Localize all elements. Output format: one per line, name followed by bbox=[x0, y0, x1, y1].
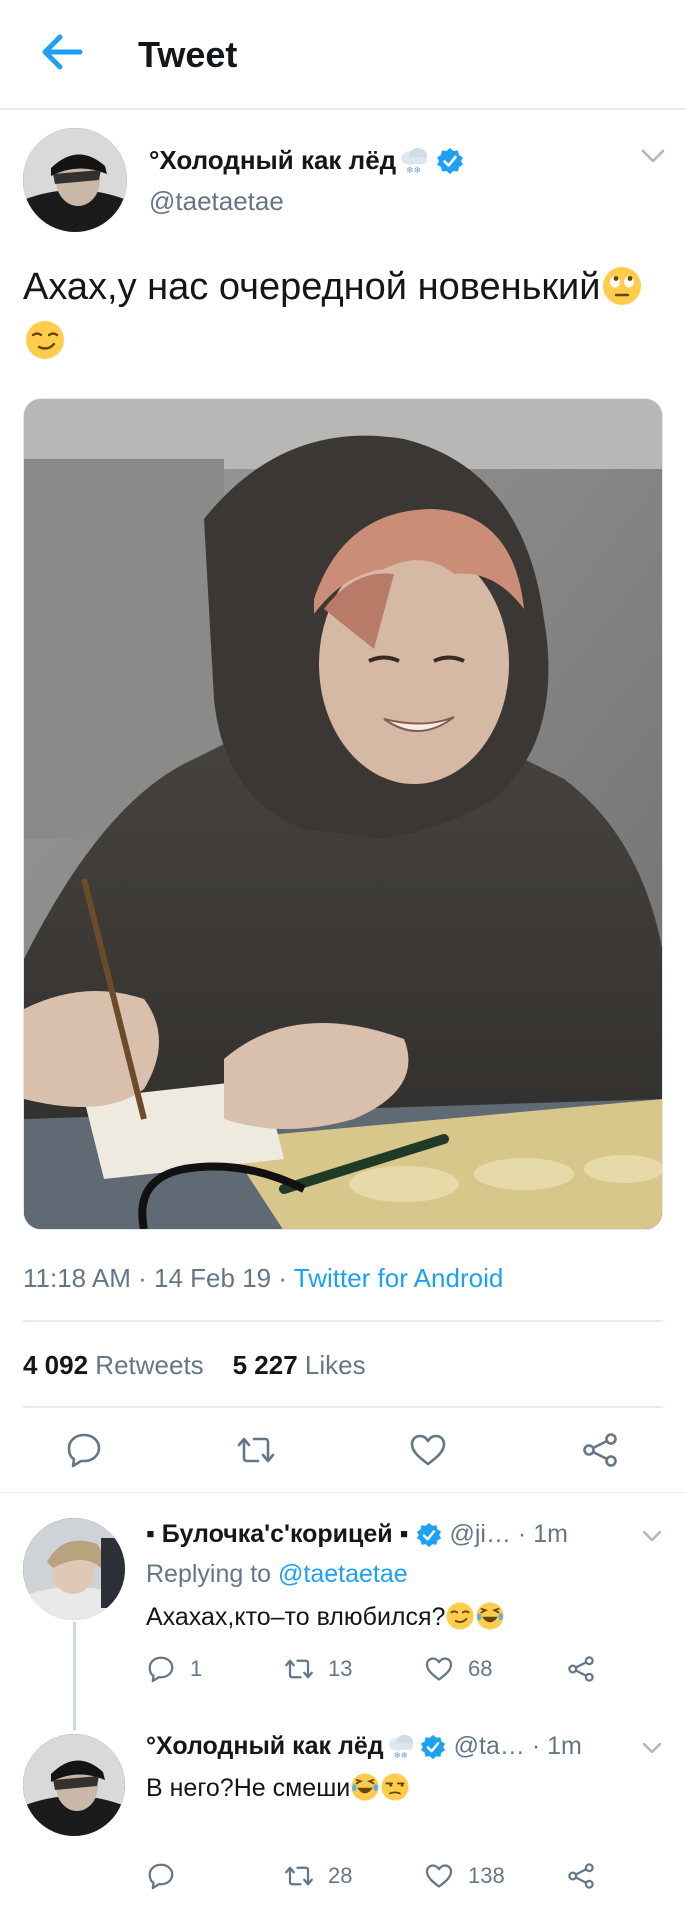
like-button[interactable]: 68 bbox=[424, 1654, 492, 1684]
tweet-photo[interactable] bbox=[23, 398, 663, 1230]
heart-icon bbox=[425, 1864, 453, 1888]
share-icon bbox=[568, 1863, 594, 1889]
heart-icon[interactable] bbox=[408, 1430, 448, 1470]
retweets-label[interactable]: Retweets bbox=[88, 1350, 203, 1380]
verified-badge-icon bbox=[420, 1734, 445, 1759]
reply-text: В него?Не смеши bbox=[146, 1772, 410, 1803]
retweet-button[interactable]: 28 bbox=[284, 1861, 352, 1891]
page-title: Tweet bbox=[138, 34, 238, 75]
reply-icon bbox=[148, 1656, 174, 1683]
reply-avatar[interactable] bbox=[23, 1518, 125, 1620]
thread-connector bbox=[73, 1622, 76, 1730]
retweet-button[interactable]: 13 bbox=[284, 1654, 352, 1684]
tweet-timestamp: 11:18 AM · 14 Feb 19 · Twitter for Andro… bbox=[23, 1263, 503, 1294]
tweet-stats: 4 092 Retweets 5 227 Likes bbox=[23, 1350, 366, 1381]
likes-label[interactable]: Likes bbox=[298, 1350, 366, 1380]
eye-roll-emoji-icon bbox=[603, 267, 642, 305]
tweet-text-content: Ахах,у нас очередной новенький bbox=[23, 266, 601, 308]
reply-author-handle: @ji… · 1m bbox=[449, 1520, 568, 1548]
like-count: 68 bbox=[468, 1656, 493, 1681]
top-bar: Tweet bbox=[0, 0, 686, 110]
reply-icon bbox=[148, 1863, 174, 1890]
chevron-down-icon[interactable] bbox=[640, 146, 666, 166]
author-handle[interactable]: @taetaetae bbox=[149, 186, 284, 217]
svg-text:❄❄: ❄❄ bbox=[393, 1750, 407, 1760]
reply-icon[interactable] bbox=[64, 1430, 104, 1470]
tweet-text: Ахах,у нас очередной новенький bbox=[23, 260, 663, 368]
reply-header[interactable]: ▪ Булочка'с'корицей ▪ @ji… · 1m bbox=[146, 1520, 568, 1549]
verified-badge-icon bbox=[437, 147, 464, 174]
share-button[interactable] bbox=[566, 1861, 610, 1891]
share-icon[interactable] bbox=[580, 1430, 620, 1470]
retweet-icon[interactable] bbox=[236, 1430, 276, 1470]
chevron-down-icon[interactable] bbox=[641, 1740, 663, 1756]
snow-cloud-icon: ❄❄ bbox=[401, 147, 428, 176]
chevron-down-icon[interactable] bbox=[641, 1528, 663, 1544]
retweet-icon bbox=[285, 1659, 313, 1679]
like-button[interactable]: 138 bbox=[424, 1861, 505, 1891]
like-count: 138 bbox=[468, 1863, 505, 1888]
reply-author-handle: @ta… · 1m bbox=[453, 1732, 582, 1760]
reply-author-name: ▪ Булочка'с'корицей ▪ bbox=[146, 1520, 409, 1548]
laughing-emoji-icon bbox=[476, 1602, 505, 1630]
reply-button[interactable]: 1 bbox=[146, 1654, 202, 1684]
reply-count: 1 bbox=[190, 1656, 203, 1681]
retweet-count[interactable]: 4 092 bbox=[23, 1350, 88, 1380]
reply-author-name: °Холодный как лёд bbox=[146, 1732, 384, 1760]
replying-to: Replying to @taetaetae bbox=[146, 1560, 408, 1589]
replying-to-handle[interactable]: @taetaetae bbox=[278, 1560, 408, 1588]
reply-button[interactable] bbox=[146, 1861, 190, 1891]
arrow-left-icon[interactable] bbox=[38, 28, 86, 76]
unamused-emoji-icon bbox=[381, 1773, 409, 1801]
svg-text:❄❄: ❄❄ bbox=[406, 166, 421, 176]
reply-avatar[interactable] bbox=[23, 1734, 125, 1836]
smirk-emoji-icon bbox=[446, 1602, 475, 1630]
like-count[interactable]: 5 227 bbox=[233, 1350, 298, 1380]
retweet-count: 28 bbox=[328, 1863, 353, 1888]
tweet-time: 11:18 AM · 14 Feb 19 · bbox=[23, 1263, 294, 1293]
divider bbox=[23, 1406, 663, 1408]
avatar[interactable] bbox=[23, 128, 127, 232]
replying-to-prefix: Replying to bbox=[146, 1560, 279, 1588]
reply-text-content: В него?Не смеши bbox=[146, 1774, 351, 1802]
author-name: °Холодный как лёд bbox=[149, 145, 397, 175]
divider bbox=[23, 1320, 663, 1322]
verified-badge-icon bbox=[416, 1522, 441, 1547]
smirk-emoji-icon bbox=[26, 321, 64, 359]
reply-text: Ахахах,кто–то влюбился? bbox=[146, 1601, 505, 1632]
reply-text-content: Ахахах,кто–то влюбился? bbox=[146, 1603, 446, 1631]
tweet-action-bar bbox=[0, 1430, 686, 1480]
share-button[interactable] bbox=[566, 1654, 610, 1684]
share-icon bbox=[568, 1656, 594, 1682]
retweet-count: 13 bbox=[328, 1656, 353, 1681]
reply-header[interactable]: °Холодный как лёд ❄❄ @ta… · 1m bbox=[146, 1732, 582, 1761]
author-name-row[interactable]: °Холодный как лёд ❄❄ bbox=[149, 145, 464, 176]
divider bbox=[0, 1492, 686, 1493]
snow-cloud-icon: ❄❄ bbox=[388, 1734, 413, 1760]
tweet-source-link[interactable]: Twitter for Android bbox=[294, 1263, 504, 1293]
retweet-icon bbox=[285, 1866, 313, 1886]
laughing-emoji-icon bbox=[351, 1773, 379, 1801]
heart-icon bbox=[425, 1657, 453, 1681]
